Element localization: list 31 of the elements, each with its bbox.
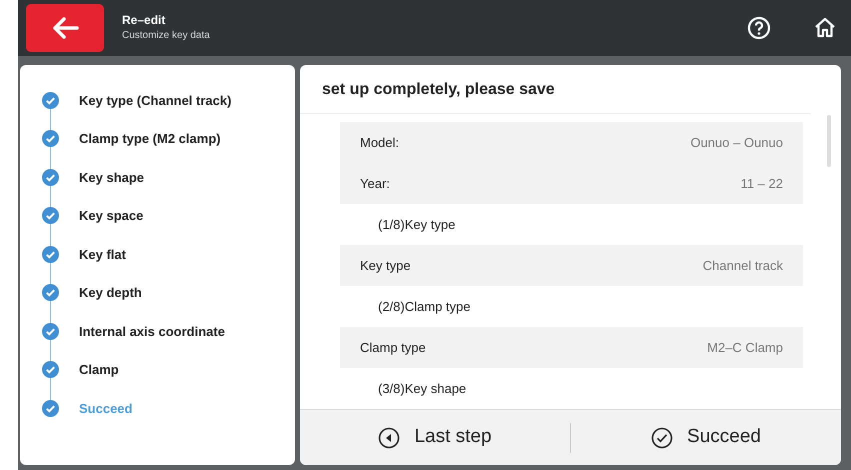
field-value: Ounuo – Ounuo — [690, 134, 783, 152]
summary-title: set up completely, please save — [300, 65, 811, 114]
home-icon[interactable] — [813, 16, 837, 40]
page-title: Re–edit — [122, 12, 166, 28]
succeed-button[interactable]: Succeed — [571, 410, 841, 465]
page-subtitle: Customize key data — [122, 29, 211, 44]
field-label: Key type — [360, 256, 411, 275]
section-heading: (2/8)Clamp type — [377, 298, 472, 316]
section-heading: (3/8)Key shape — [377, 380, 468, 398]
step-label[interactable]: Key type (Channel track) — [79, 90, 232, 110]
step-label[interactable]: Key depth — [79, 283, 142, 302]
field-value: M2–C Clamp — [707, 338, 783, 357]
field-label: Year: — [360, 174, 390, 193]
field-value: Channel track — [702, 256, 783, 275]
step-label[interactable]: Clamp type (M2 clamp) — [79, 129, 221, 148]
section-heading: (1/8)Key type — [377, 216, 456, 234]
step-label[interactable]: Key space — [79, 206, 144, 226]
help-icon[interactable] — [747, 16, 771, 40]
step-label[interactable]: Key shape — [79, 168, 144, 187]
check-circle-icon — [651, 426, 674, 448]
field-value: 11 – 22 — [740, 174, 783, 193]
back-button[interactable] — [26, 4, 104, 52]
step-label[interactable]: Internal axis coordinate — [79, 322, 225, 341]
scrollbar[interactable] — [827, 115, 831, 167]
field-label: Clamp type — [360, 338, 426, 357]
step-label[interactable]: Key flat — [79, 244, 126, 264]
back-circle-icon — [378, 426, 400, 448]
field-label: Model: — [360, 134, 400, 152]
step-label[interactable]: Clamp — [79, 360, 119, 380]
left-arrow-icon — [51, 16, 79, 40]
last-step-button[interactable]: Last step — [300, 410, 570, 465]
